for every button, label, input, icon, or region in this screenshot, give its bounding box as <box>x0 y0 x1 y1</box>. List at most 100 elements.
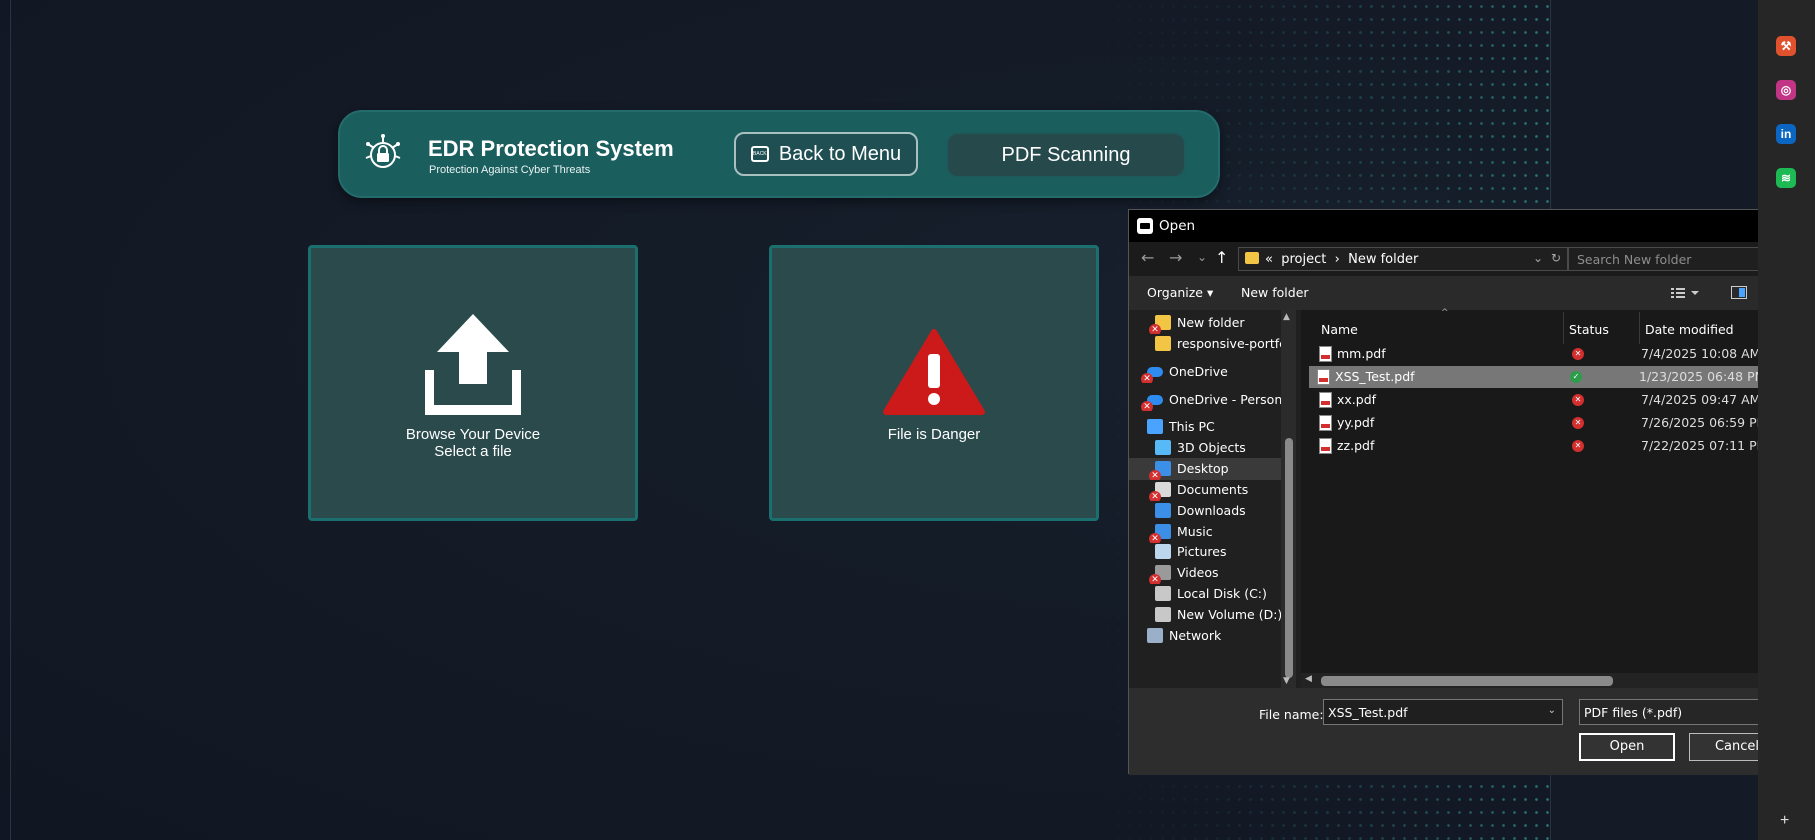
nav-item-label: Local Disk (C:) <box>1177 586 1267 601</box>
pictures-icon <box>1155 544 1171 559</box>
nav-item[interactable]: ✕ Desktop <box>1129 458 1281 480</box>
nav-item[interactable]: 3D Objects <box>1129 437 1281 459</box>
pdf-file-icon <box>1317 369 1330 385</box>
scroll-down-icon[interactable]: ▼ <box>1283 676 1290 686</box>
add-icon[interactable]: + <box>1780 812 1789 830</box>
instagram-icon[interactable]: ◎ <box>1776 80 1796 100</box>
linkedin-icon[interactable]: in <box>1776 124 1796 144</box>
address-dropdown-icon[interactable]: ⌄ <box>1533 251 1543 265</box>
error-status-icon: ✕ <box>1572 417 1584 429</box>
nav-item-label: Videos <box>1177 565 1219 580</box>
app-title: EDR Protection System <box>428 136 674 161</box>
file-row[interactable]: mm.pdf ✕ 7/4/2025 10:08 AM <box>1311 343 1801 365</box>
file-name-value: XSS_Test.pdf <box>1328 705 1408 720</box>
file-row[interactable]: yy.pdf ✕ 7/26/2025 06:59 PM <box>1311 412 1801 434</box>
nav-item-label: Documents <box>1177 482 1249 497</box>
sort-ascending-icon: ^ <box>1441 308 1449 318</box>
new-folder-button[interactable]: New folder <box>1241 285 1309 300</box>
select-file-label: Select a file <box>434 443 512 460</box>
nav-item[interactable]: New Volume (D:) <box>1129 604 1281 626</box>
nav-item[interactable]: Local Disk (C:) <box>1129 583 1281 605</box>
nav-item[interactable]: Pictures <box>1129 541 1281 563</box>
organize-menu[interactable]: Organize ▾ <box>1147 285 1213 300</box>
error-status-icon: ✕ <box>1572 394 1584 406</box>
nav-scrollbar-thumb[interactable] <box>1285 438 1293 678</box>
nav-item-label: New folder <box>1177 315 1245 330</box>
file-type-select[interactable]: PDF files (*.pdf) ⌄ <box>1579 699 1785 725</box>
browse-device-card[interactable]: Browse Your Device Select a file <box>308 245 638 521</box>
chevron-down-icon[interactable]: ⌄ <box>1548 705 1556 716</box>
open-button[interactable]: Open <box>1579 733 1675 761</box>
nav-item-label: Downloads <box>1177 503 1246 518</box>
back-arrow-icon[interactable]: ← <box>1141 248 1154 267</box>
network-icon <box>1147 628 1163 643</box>
nav-item[interactable]: Network <box>1129 625 1281 647</box>
breadcrumb-project[interactable]: project <box>1281 252 1326 267</box>
column-date-modified[interactable]: Date modified <box>1645 322 1734 337</box>
nav-item[interactable]: This PC <box>1129 416 1281 438</box>
address-prefix: « <box>1265 252 1273 267</box>
app-subtitle: Protection Against Cyber Threats <box>429 164 591 176</box>
up-arrow-icon[interactable]: ↑ <box>1215 248 1228 267</box>
nav-item[interactable]: ✕ Music <box>1129 521 1281 543</box>
dialog-title: Open <box>1159 218 1196 234</box>
refresh-icon[interactable]: ↻ <box>1551 251 1561 265</box>
navigation-pane: ✕ New folder responsive-portfc ✕ OneDrive ✕ On… <box>1129 310 1281 688</box>
dialog-footer: File name: XSS_Test.pdf ⌄ PDF files (*.p… <box>1129 688 1799 775</box>
file-list-scrollbar[interactable]: ◀ ▶ <box>1301 673 1801 688</box>
error-badge-icon: ✕ <box>1141 373 1153 383</box>
download-icon <box>1155 503 1171 518</box>
address-bar[interactable]: « project › New folder ⌄ ↻ <box>1238 247 1568 271</box>
nav-item[interactable]: responsive-portfc <box>1129 333 1281 355</box>
file-date-modified: 7/22/2025 07:11 PM <box>1641 438 1768 453</box>
file-row[interactable]: zz.pdf ✕ 7/22/2025 07:11 PM <box>1311 435 1801 457</box>
forward-arrow-icon[interactable]: → <box>1169 248 1182 267</box>
folder-icon <box>1155 336 1171 351</box>
nav-item-label: OneDrive <box>1169 364 1228 379</box>
file-date-modified: 7/4/2025 10:08 AM <box>1641 346 1761 361</box>
scroll-left-icon[interactable]: ◀ <box>1305 674 1312 684</box>
file-name: mm.pdf <box>1337 346 1386 361</box>
file-type-value: PDF files (*.pdf) <box>1584 705 1683 720</box>
file-list-scrollbar-thumb[interactable] <box>1321 676 1613 686</box>
cube-icon <box>1155 440 1171 455</box>
nav-item-label: Desktop <box>1177 461 1229 476</box>
nav-item[interactable]: ✕ OneDrive - Persona <box>1129 389 1281 411</box>
back-to-menu-button[interactable]: BACK Back to Menu <box>734 132 918 176</box>
nav-item[interactable]: ✕ Documents <box>1129 479 1281 501</box>
nav-item[interactable]: ✕ New folder <box>1129 312 1281 334</box>
file-name-input[interactable]: XSS_Test.pdf ⌄ <box>1323 699 1563 725</box>
app-header: EDR Protection System Protection Against… <box>338 110 1220 198</box>
nav-item-label: 3D Objects <box>1177 440 1246 455</box>
open-file-dialog: Open ✕ ← → ⌄ ↑ « project › New folder ⌄ … <box>1128 209 1801 775</box>
file-date-modified: 7/4/2025 09:47 AM <box>1641 392 1761 407</box>
column-divider[interactable] <box>1563 312 1564 344</box>
column-name[interactable]: Name <box>1321 322 1358 337</box>
column-status[interactable]: Status <box>1569 322 1609 337</box>
file-row[interactable]: xx.pdf ✕ 7/4/2025 09:47 AM <box>1311 389 1801 411</box>
nav-item-label: Pictures <box>1177 544 1227 559</box>
nav-item[interactable]: Downloads <box>1129 500 1281 522</box>
error-status-icon: ✕ <box>1572 440 1584 452</box>
spotify-icon[interactable]: ≋ <box>1776 168 1796 188</box>
toolbox-icon[interactable]: ⚒ <box>1776 36 1796 56</box>
breadcrumb-new-folder[interactable]: New folder <box>1348 252 1418 267</box>
scroll-up-icon[interactable]: ▲ <box>1283 312 1290 322</box>
folder-icon <box>1245 252 1259 264</box>
file-row[interactable]: XSS_Test.pdf ✓ 1/23/2025 06:48 PM <box>1309 366 1801 388</box>
nav-item[interactable]: ✕ Videos <box>1129 562 1281 584</box>
file-name: xx.pdf <box>1337 392 1377 407</box>
preview-pane-icon[interactable] <box>1731 286 1747 299</box>
side-taskbar: + ⚒ ◎ in ≋ <box>1758 0 1815 840</box>
shield-lock-icon <box>365 134 401 168</box>
nav-item-label: OneDrive - Persona <box>1169 392 1281 407</box>
file-name: XSS_Test.pdf <box>1335 369 1415 384</box>
nav-scrollbar[interactable]: ▲ ▼ <box>1281 310 1296 688</box>
dialog-toolbar: Organize ▾ New folder ? <box>1129 276 1799 310</box>
column-divider[interactable] <box>1639 312 1640 344</box>
dialog-titlebar[interactable]: Open ✕ <box>1129 210 1799 242</box>
nav-item[interactable]: ✕ OneDrive <box>1129 361 1281 383</box>
view-options-icon[interactable] <box>1671 287 1699 299</box>
recent-locations-icon[interactable]: ⌄ <box>1197 250 1207 264</box>
pdf-scanning-button[interactable]: PDF Scanning <box>946 132 1186 178</box>
